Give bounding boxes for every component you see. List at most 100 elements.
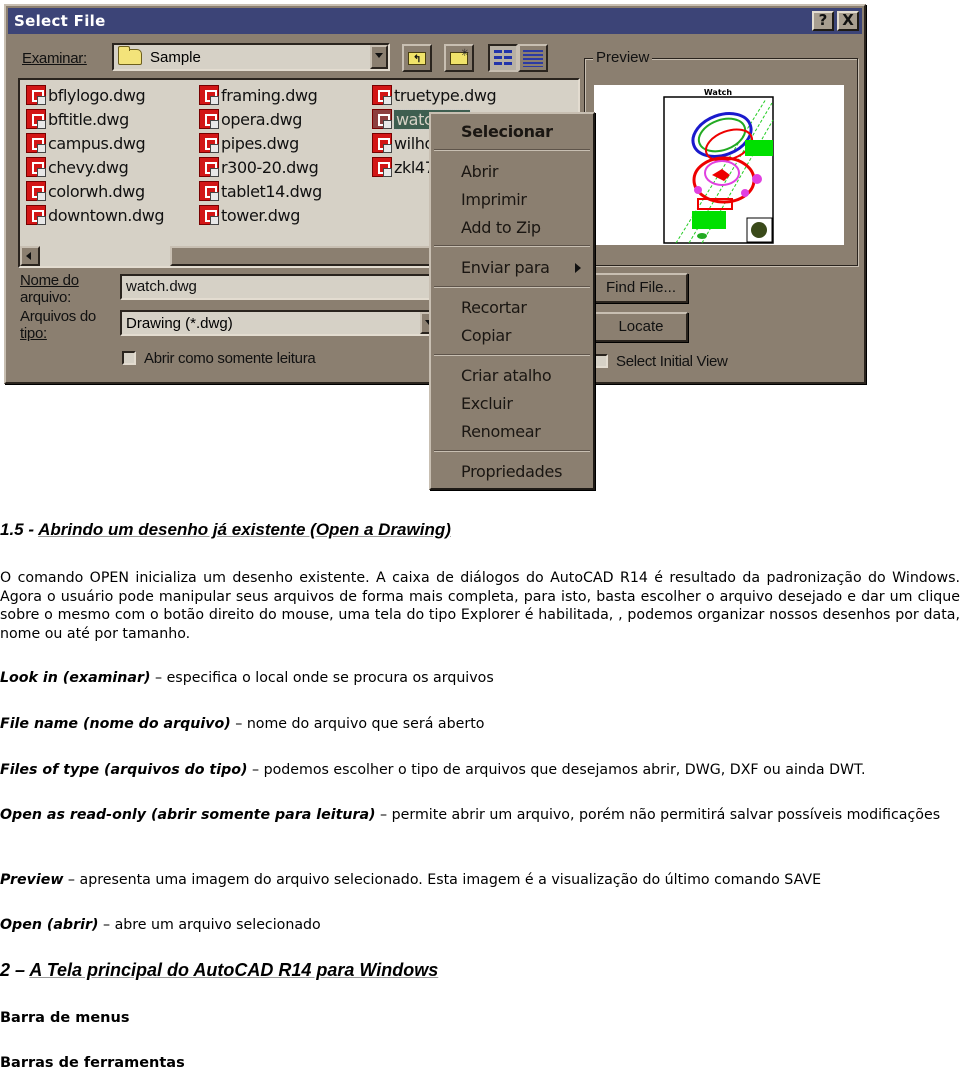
dwg-file-icon bbox=[372, 133, 392, 153]
menu-separator bbox=[434, 354, 590, 356]
definition-desc: podemos escolher o tipo de arquivos que … bbox=[263, 762, 866, 778]
definition-read-only: Open as read-only (abrir somente para le… bbox=[0, 807, 941, 823]
dwg-file-icon bbox=[372, 157, 392, 177]
folder-up-icon: ↰ bbox=[408, 51, 426, 65]
chevron-down-icon[interactable] bbox=[370, 45, 388, 69]
preview-drawing-title: Watch bbox=[704, 88, 733, 97]
dwg-file-icon bbox=[26, 133, 46, 153]
file-item[interactable]: tablet14.dwg bbox=[199, 180, 322, 202]
dwg-file-icon bbox=[199, 205, 219, 225]
menu-item-add-to-zip[interactable]: Add to Zip bbox=[461, 218, 541, 237]
file-item[interactable]: framing.dwg bbox=[199, 84, 318, 106]
file-item[interactable]: tower.dwg bbox=[199, 204, 300, 226]
details-view-icon bbox=[523, 49, 543, 67]
menu-item-criar-atalho[interactable]: Criar atalho bbox=[461, 366, 552, 385]
dwg-file-icon bbox=[26, 181, 46, 201]
definition-desc: abre um arquivo selecionado bbox=[114, 917, 321, 933]
menu-item-excluir[interactable]: Excluir bbox=[461, 394, 513, 413]
dialog-titlebar[interactable]: Select File ? X bbox=[8, 8, 862, 34]
preview-label: Preview bbox=[593, 49, 653, 66]
definition-term: Preview bbox=[0, 872, 64, 888]
read-only-label: Abrir como somente leitura bbox=[144, 350, 316, 367]
section-heading: 1.5 - Abrindo um desenho já existente (O… bbox=[0, 520, 451, 539]
file-item[interactable]: r300-20.dwg bbox=[199, 156, 319, 178]
file-type-label: Arquivos do tipo: bbox=[20, 308, 96, 342]
menu-separator bbox=[434, 245, 590, 247]
dwg-file-icon bbox=[199, 85, 219, 105]
menu-item-enviar-para[interactable]: Enviar para bbox=[461, 258, 550, 277]
details-view-button[interactable] bbox=[518, 44, 548, 72]
subheading-menus: Barra de menus bbox=[0, 1010, 130, 1026]
dialog-title: Select File bbox=[14, 12, 106, 30]
dwg-file-icon bbox=[26, 205, 46, 225]
file-type-select[interactable]: Drawing (*.dwg) bbox=[120, 310, 440, 336]
file-item[interactable]: chevy.dwg bbox=[26, 156, 129, 178]
locate-button[interactable]: Locate bbox=[594, 312, 688, 342]
drawing-logo bbox=[751, 222, 767, 238]
file-item[interactable]: wilho bbox=[372, 132, 434, 154]
file-item[interactable]: campus.dwg bbox=[26, 132, 146, 154]
file-item[interactable]: pipes.dwg bbox=[199, 132, 299, 154]
definition-desc: apresenta uma imagem do arquivo selecion… bbox=[79, 872, 822, 888]
list-view-icon bbox=[494, 50, 512, 66]
intro-paragraph: O comando OPEN inicializa um desenho exi… bbox=[0, 570, 960, 642]
up-one-level-button[interactable]: ↰ bbox=[402, 44, 432, 72]
preview-group: Preview Watch bbox=[584, 49, 858, 266]
dwg-file-icon bbox=[26, 85, 46, 105]
file-item[interactable]: bftitle.dwg bbox=[26, 108, 129, 130]
file-item[interactable]: colorwh.dwg bbox=[26, 180, 145, 202]
definition-desc: especifica o local onde se procura os ar… bbox=[166, 670, 494, 686]
look-in-combo[interactable]: Sample bbox=[112, 43, 390, 71]
definition-desc: permite abrir um arquivo, porém não perm… bbox=[391, 807, 941, 823]
file-item[interactable]: downtown.dwg bbox=[26, 204, 165, 226]
definition-term: Files of type (arquivos do tipo) bbox=[0, 762, 248, 778]
new-folder-button[interactable]: ✳ bbox=[444, 44, 474, 72]
close-button[interactable]: X bbox=[837, 11, 859, 31]
file-type-value: Drawing (*.dwg) bbox=[126, 314, 233, 332]
menu-item-abrir[interactable]: Abrir bbox=[461, 162, 499, 181]
scroll-left-arrow-icon[interactable] bbox=[20, 246, 40, 266]
definition-term: Open as read-only (abrir somente para le… bbox=[0, 807, 376, 823]
menu-item-propriedades[interactable]: Propriedades bbox=[461, 462, 562, 481]
drawing-lug bbox=[694, 186, 702, 194]
drawing-strap-block bbox=[692, 211, 726, 229]
definition-look-in: Look in (examinar) – especifica o local … bbox=[0, 670, 494, 686]
file-item[interactable]: opera.dwg bbox=[199, 108, 302, 130]
dwg-file-icon bbox=[372, 85, 392, 105]
look-in-label: Examinar: bbox=[22, 50, 87, 67]
dwg-file-icon bbox=[199, 181, 219, 201]
drawing-strap-hole bbox=[697, 233, 707, 239]
drawing-lug bbox=[741, 189, 749, 197]
menu-item-recortar[interactable]: Recortar bbox=[461, 298, 527, 317]
file-item[interactable]: zkl47 bbox=[372, 156, 435, 178]
file-context-menu: Selecionar Abrir Imprimir Add to Zip Env… bbox=[429, 112, 595, 490]
menu-item-imprimir[interactable]: Imprimir bbox=[461, 190, 527, 209]
dwg-file-icon bbox=[372, 109, 392, 129]
file-item[interactable]: bflylogo.dwg bbox=[26, 84, 146, 106]
help-button[interactable]: ? bbox=[812, 11, 834, 31]
dwg-file-icon bbox=[199, 109, 219, 129]
definition-file-name: File name (nome do arquivo) – nome do ar… bbox=[0, 716, 485, 732]
look-in-value: Sample bbox=[150, 48, 201, 66]
menu-item-copiar[interactable]: Copiar bbox=[461, 326, 511, 345]
menu-item-renomear[interactable]: Renomear bbox=[461, 422, 541, 441]
definition-open: Open (abrir) – abre um arquivo seleciona… bbox=[0, 917, 321, 933]
submenu-arrow-icon bbox=[575, 263, 581, 273]
select-initial-view-label: Select Initial View bbox=[616, 353, 728, 370]
file-name-input[interactable]: watch.dwg bbox=[120, 274, 440, 300]
menu-item-selecionar[interactable]: Selecionar bbox=[461, 122, 553, 141]
file-item[interactable]: truetype.dwg bbox=[372, 84, 497, 106]
dwg-file-icon bbox=[26, 157, 46, 177]
find-file-button[interactable]: Find File... bbox=[594, 273, 688, 303]
select-initial-view-checkbox[interactable] bbox=[594, 354, 608, 368]
definition-preview: Preview – apresenta uma imagem do arquiv… bbox=[0, 872, 822, 888]
definition-term: Open (abrir) bbox=[0, 917, 99, 933]
list-view-button[interactable] bbox=[488, 44, 518, 72]
definition-files-of-type: Files of type (arquivos do tipo) – podem… bbox=[0, 762, 866, 778]
definition-term: Look in (examinar) bbox=[0, 670, 151, 686]
read-only-checkbox[interactable] bbox=[122, 351, 136, 365]
definition-desc: nome do arquivo que será aberto bbox=[246, 716, 485, 732]
folder-icon bbox=[118, 46, 142, 65]
file-name-label: Nome do arquivo: bbox=[20, 272, 79, 306]
dwg-file-icon bbox=[199, 133, 219, 153]
